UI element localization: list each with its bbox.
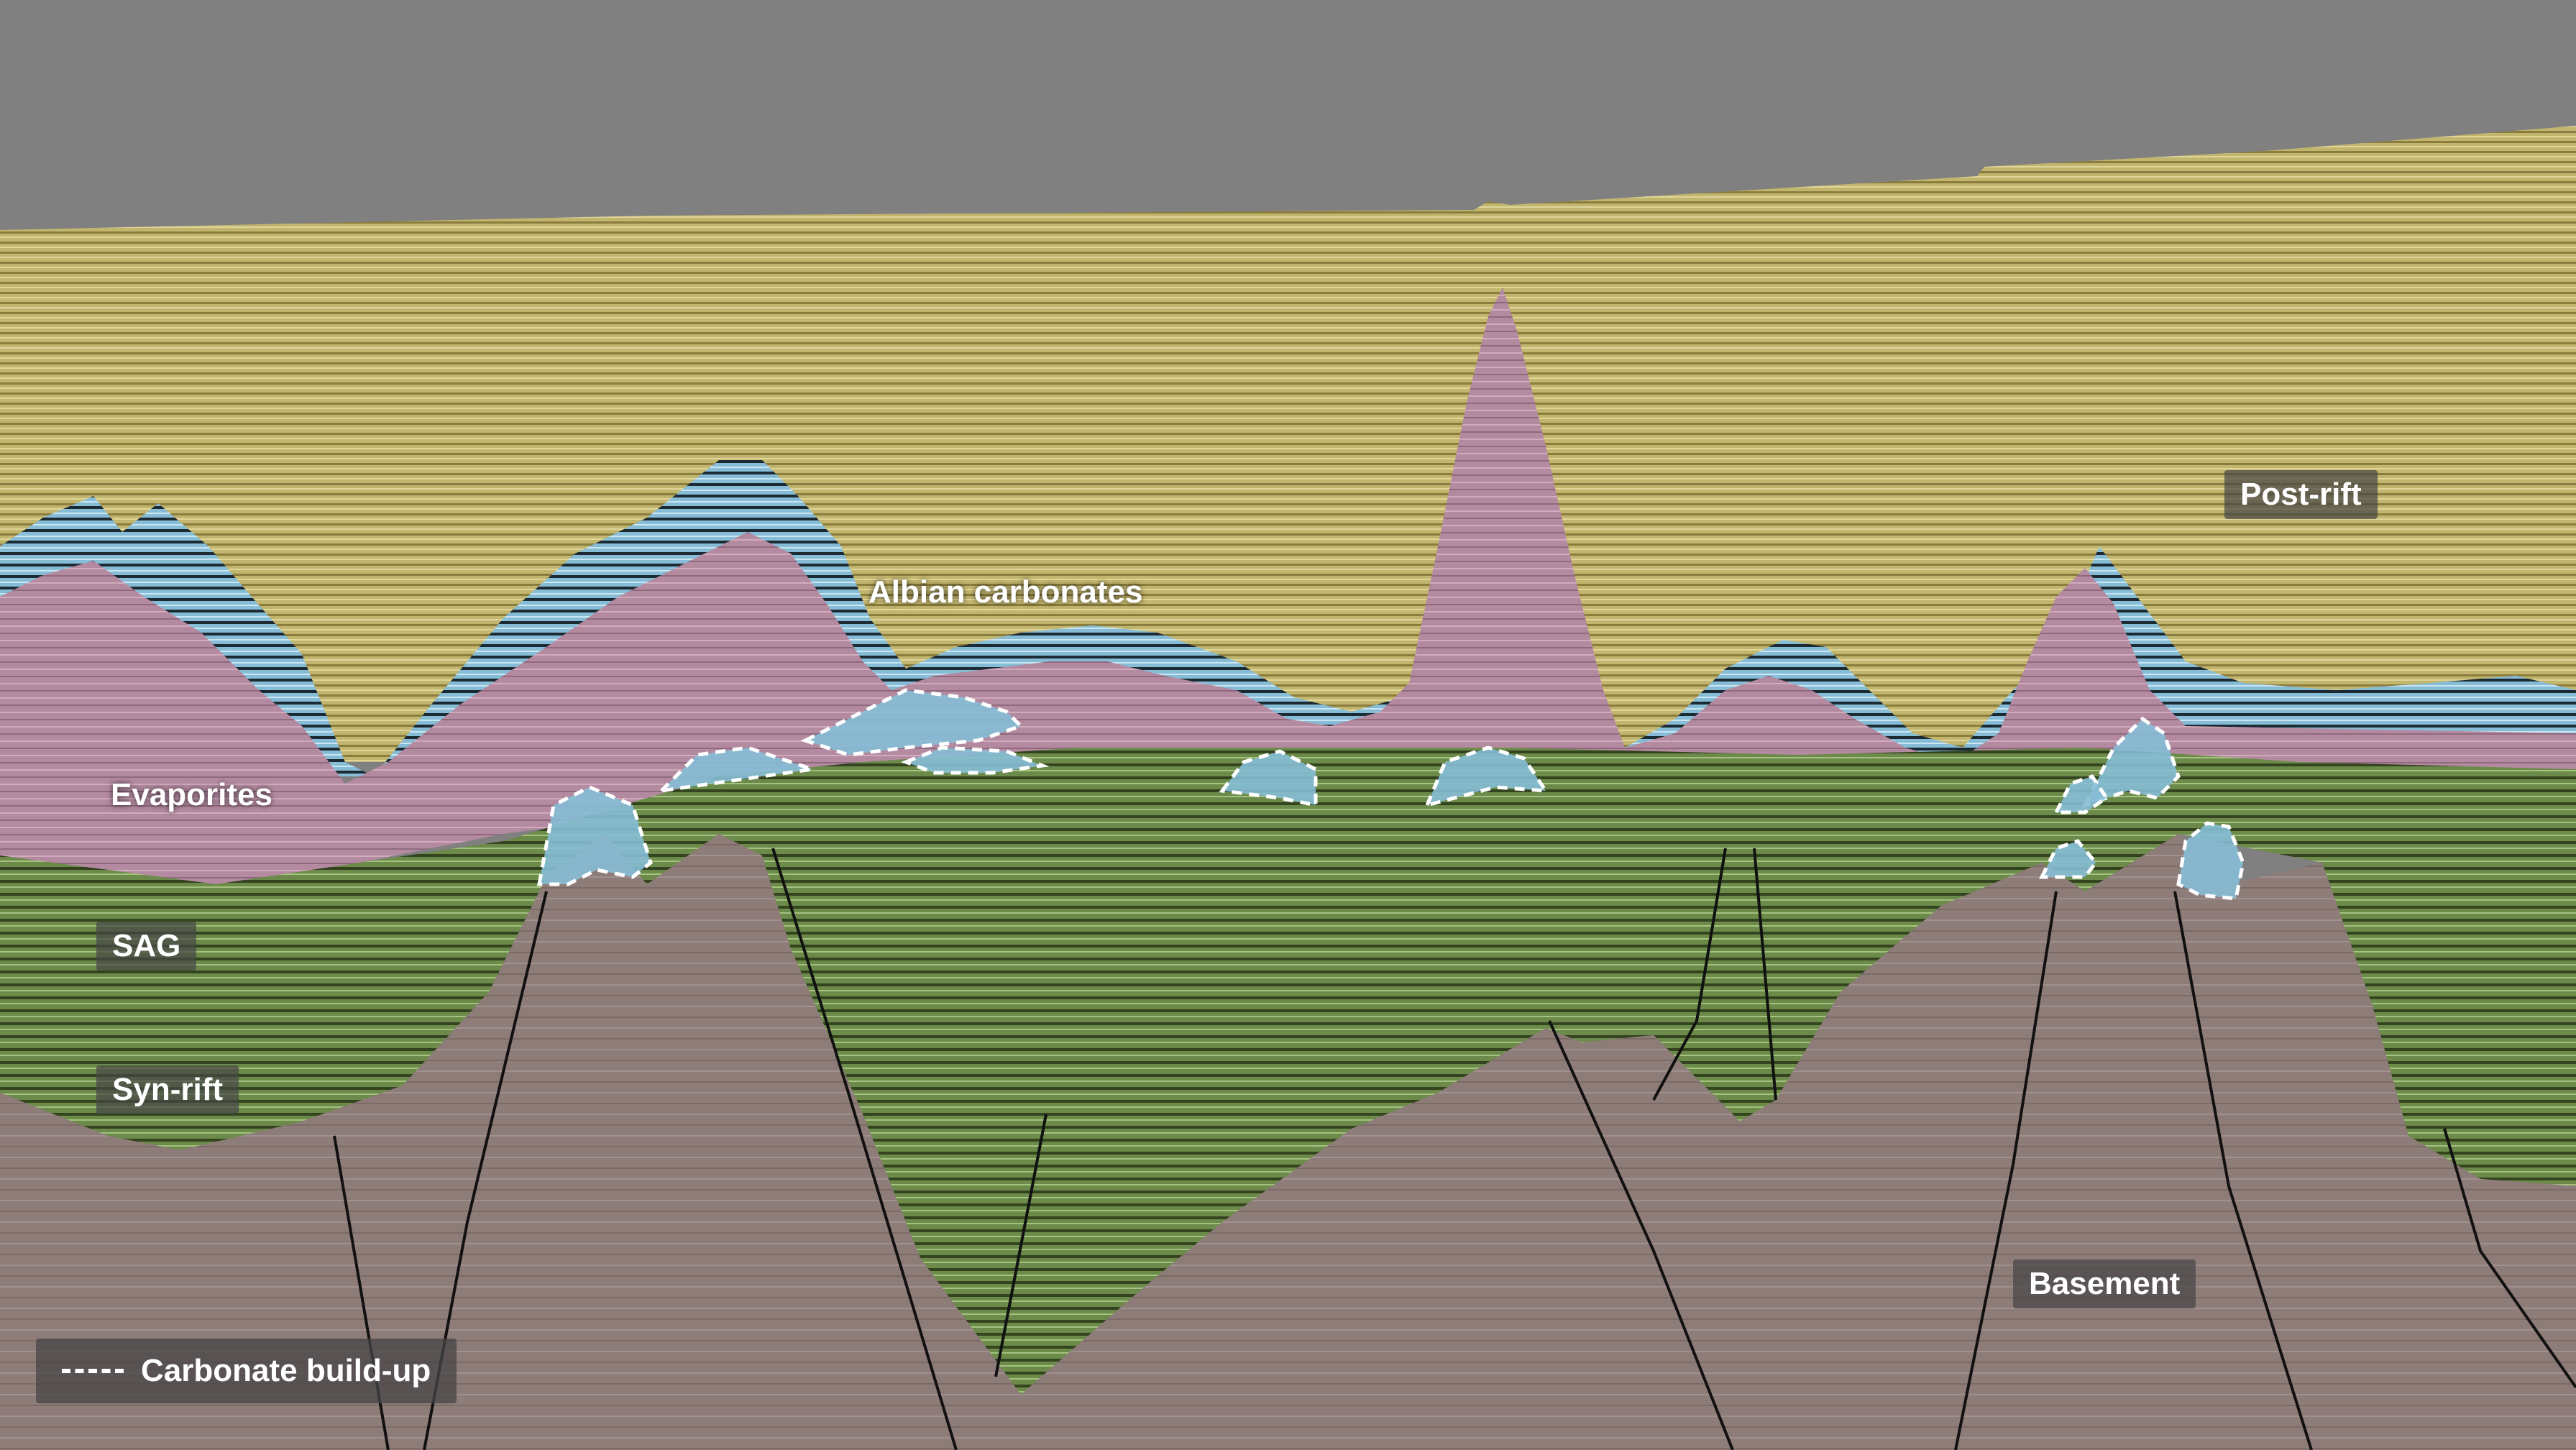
- legend: Carbonate build-up: [36, 1339, 457, 1403]
- legend-text: Carbonate build-up: [141, 1353, 431, 1388]
- seismic-cross-section-diagram: [0, 0, 2576, 1450]
- label-syn-rift: Syn-rift: [96, 1065, 239, 1115]
- label-post-rift: Post-rift: [2224, 470, 2378, 520]
- label-sag: SAG: [96, 922, 197, 971]
- label-evaporites: Evaporites: [111, 777, 272, 812]
- label-basement: Basement: [2013, 1259, 2196, 1309]
- seismic-section: Post-rift Albian carbonates Evaporites S…: [0, 0, 2576, 1450]
- label-albian-carbonates: Albian carbonates: [868, 574, 1143, 610]
- dashed-line-icon: [62, 1369, 124, 1373]
